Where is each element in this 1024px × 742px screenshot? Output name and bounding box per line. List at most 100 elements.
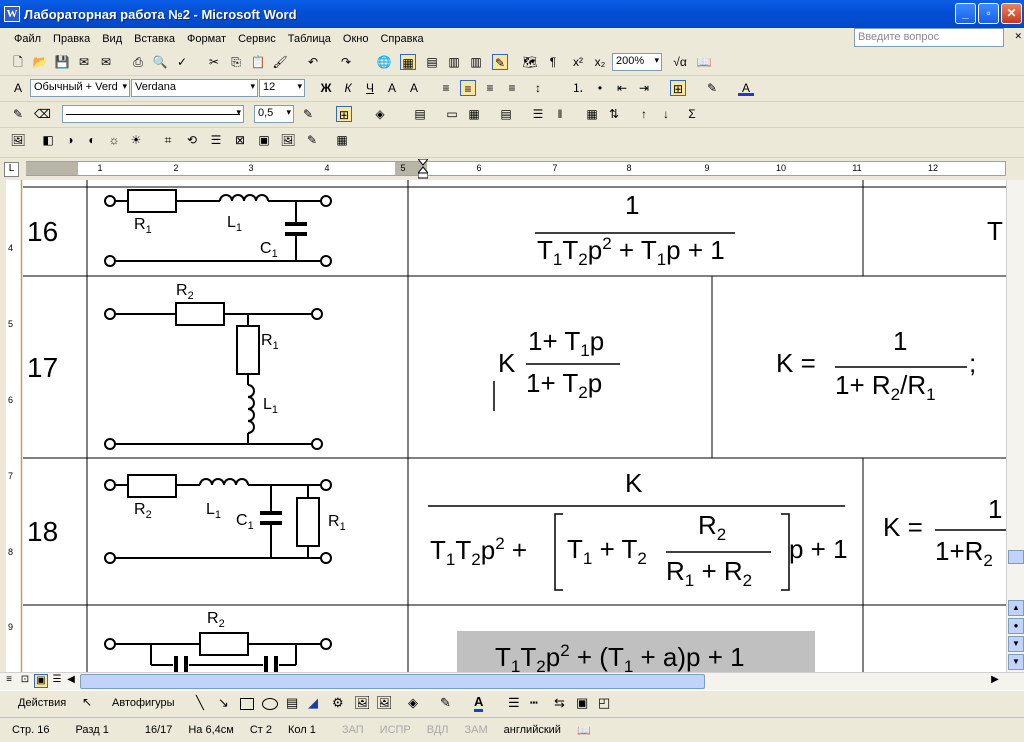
text-direction-icon[interactable]: ⇅ [606, 106, 622, 122]
subscript-icon[interactable]: x₂ [592, 54, 608, 70]
format-painter-icon[interactable]: 🖌 [272, 54, 288, 70]
read-icon[interactable]: 📖 [696, 54, 712, 70]
horizontal-scrollbar[interactable]: ≡ ⊡ ▣ ☰ ◀ ▶ [0, 672, 1024, 690]
indent-marker[interactable] [416, 158, 430, 179]
format-picture-icon[interactable]: 🖼 [280, 132, 296, 148]
rectangle-icon[interactable] [240, 698, 254, 710]
status-ovr[interactable]: ЗАМ [457, 724, 496, 736]
justify-icon[interactable]: ≡ [504, 80, 520, 96]
reset-picture-icon[interactable]: ▦ [334, 132, 350, 148]
sort-asc-icon[interactable]: ↑ [636, 106, 652, 122]
oval-icon[interactable] [262, 698, 278, 710]
fill-color-icon[interactable]: ◈ [408, 695, 418, 711]
italic-icon[interactable]: К [340, 80, 356, 96]
style-select[interactable]: Обычный + Verd [30, 79, 130, 97]
next-page-icon[interactable]: ▼ [1008, 636, 1024, 652]
wordart-icon[interactable]: ◢ [308, 695, 318, 711]
minimize-button[interactable]: _ [955, 3, 976, 24]
browse-object-icon[interactable]: ● [1008, 618, 1024, 634]
arrow-icon[interactable]: ↘ [218, 695, 229, 711]
columns-icon[interactable]: ▥ [468, 54, 484, 70]
align-left-icon[interactable]: ≡ [438, 80, 454, 96]
spelling-icon[interactable]: ✓ [174, 54, 190, 70]
eraser-icon[interactable]: ⌫ [34, 106, 51, 122]
line-style-draw-icon[interactable]: ☰ [508, 695, 520, 711]
underline-icon[interactable]: Ч [362, 80, 378, 96]
web-view-icon[interactable]: ⊡ [18, 674, 32, 688]
autoshapes-menu[interactable]: Автофигуры [112, 697, 175, 709]
font-select[interactable]: Verdana [131, 79, 258, 97]
hyperlink-icon[interactable]: 🌐 [376, 54, 392, 70]
brightness-down-icon[interactable]: ☀ [128, 132, 144, 148]
menu-file[interactable]: Файл [8, 33, 47, 45]
paste-icon[interactable]: 📋 [250, 54, 266, 70]
superscript-icon[interactable]: x² [570, 54, 586, 70]
autosum-icon[interactable]: Σ [684, 106, 700, 122]
copy-icon[interactable]: ⎘ [228, 54, 244, 70]
scroll-right-icon[interactable]: ▶ [988, 674, 1002, 688]
autoformat-icon[interactable]: ▦ [584, 106, 600, 122]
merge-cells-icon[interactable]: ▭ [444, 106, 460, 122]
align-right-icon[interactable]: ≡ [482, 80, 498, 96]
clipart-icon[interactable]: 🖼 [354, 695, 371, 711]
textbox-icon[interactable]: ▤ [286, 695, 298, 711]
scroll-down-icon[interactable]: ▼ [1008, 654, 1024, 670]
bold-icon[interactable]: Ж [318, 80, 334, 96]
tables-borders-icon[interactable]: ▦ [400, 54, 416, 70]
3d-icon[interactable]: ◰ [598, 695, 610, 711]
line-style-select[interactable] [62, 105, 244, 123]
numbering-icon[interactable]: ⒈ [570, 80, 586, 96]
menu-help[interactable]: Справка [374, 33, 429, 45]
distribute-cols-icon[interactable]: ‖ [552, 106, 568, 122]
diagram-icon[interactable]: ⚙ [332, 695, 344, 711]
styles-pane-icon[interactable]: A [10, 80, 26, 96]
prev-page-icon[interactable]: ▲ [1008, 600, 1024, 616]
close-doc-icon[interactable]: ✕ [1014, 31, 1022, 42]
redo-icon[interactable]: ↷ [338, 54, 354, 70]
line-icon[interactable]: ╲ [196, 695, 204, 711]
menu-format[interactable]: Формат [181, 33, 232, 45]
draw-table-icon[interactable]: ✎ [10, 106, 26, 122]
contrast-down-icon[interactable]: ◐ [84, 132, 100, 148]
distribute-rows-icon[interactable]: ☰ [530, 106, 546, 122]
sort-desc-icon[interactable]: ↓ [658, 106, 674, 122]
show-hide-icon[interactable]: ¶ [545, 54, 561, 70]
email-icon[interactable]: ✉ [98, 54, 114, 70]
maximize-button[interactable]: ▫ [978, 3, 999, 24]
compress-icon[interactable]: ⊠ [232, 132, 248, 148]
word-app-icon[interactable]: W [4, 6, 20, 22]
color-icon[interactable]: ◧ [40, 132, 56, 148]
vertical-ruler[interactable] [0, 180, 22, 672]
permission-icon[interactable]: ✉ [76, 54, 92, 70]
insert-picture-icon[interactable]: 🖼 [10, 132, 26, 148]
shading-color-icon[interactable]: ◈ [372, 106, 388, 122]
document-page[interactable]: 16 17 18 R1 L1 C1 1 T1T2p2 + T1p + 1 T R… [23, 180, 1006, 672]
line-weight-select[interactable]: 0,5 [254, 105, 294, 123]
crop-icon[interactable]: ⌗ [160, 132, 176, 148]
split-cells-icon[interactable]: ▦ [466, 106, 482, 122]
doc-map-icon[interactable]: 🗺 [522, 54, 538, 70]
spelling-status-icon[interactable]: 📖 [569, 724, 599, 737]
actions-menu[interactable]: Действия [18, 697, 66, 709]
menu-insert[interactable]: Вставка [128, 33, 181, 45]
print-view-icon[interactable]: ▣ [34, 674, 48, 688]
decrease-indent-icon[interactable]: ⇤ [614, 80, 630, 96]
align-cell-icon[interactable]: ▤ [498, 106, 514, 122]
print-preview-icon[interactable]: 🔍 [152, 54, 168, 70]
print-icon[interactable]: ⎙ [130, 54, 146, 70]
cut-icon[interactable]: ✂ [206, 54, 222, 70]
highlight-icon[interactable]: ✎ [704, 80, 720, 96]
normal-view-icon[interactable]: ≡ [2, 674, 16, 688]
menu-table[interactable]: Таблица [282, 33, 337, 45]
picture-icon[interactable]: 🖼 [376, 695, 393, 711]
scroll-left-icon[interactable]: ◀ [64, 674, 78, 688]
brightness-up-icon[interactable]: ☼ [106, 132, 122, 148]
equation-icon[interactable]: √α [672, 54, 688, 70]
line-style-icon[interactable]: ☰ [208, 132, 224, 148]
status-ext[interactable]: ВДЛ [419, 724, 457, 736]
shadow-icon[interactable]: ▣ [576, 695, 588, 711]
tab-selector[interactable]: L [4, 162, 19, 177]
vertical-scrollbar[interactable]: ▲ ● ▼ ▼ [1006, 180, 1024, 672]
zoom-select[interactable]: 200% [612, 53, 662, 71]
font-color-draw-icon[interactable]: A [474, 694, 484, 712]
